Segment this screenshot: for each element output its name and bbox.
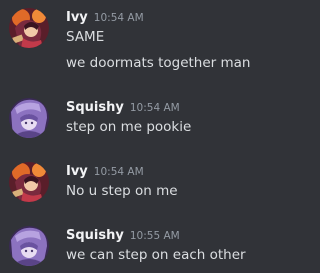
avatar-ivy[interactable] bbox=[9, 8, 49, 48]
avatar-squishy[interactable] bbox=[9, 98, 49, 138]
message-header: Ivy 10:54 AM bbox=[66, 6, 144, 26]
avatar-squishy[interactable] bbox=[9, 226, 49, 266]
username[interactable]: Ivy bbox=[66, 10, 88, 25]
avatar-ivy[interactable] bbox=[9, 162, 49, 202]
username[interactable]: Ivy bbox=[66, 164, 88, 179]
message-text: step on me pookie bbox=[66, 119, 192, 135]
message-header: Squishy 10:54 AM bbox=[66, 96, 180, 116]
message-text: SAME bbox=[66, 29, 105, 45]
message-group-ivy: Ivy 10:54 AM No u step on me bbox=[0, 154, 297, 210]
chat-message-list: Ivy 10:54 AM SAME we doormats together ma… bbox=[0, 0, 297, 273]
avatar-ivy-image bbox=[9, 162, 49, 202]
message-group-squishy: Squishy 10:54 AM step on me pookie bbox=[0, 90, 297, 146]
avatar-ivy-image bbox=[9, 8, 49, 48]
message-group-squishy: Squishy 10:55 AM we can step on each othe… bbox=[0, 218, 297, 273]
timestamp[interactable]: 10:54 AM bbox=[94, 12, 144, 24]
avatar-squishy-image bbox=[9, 98, 49, 138]
username[interactable]: Squishy bbox=[66, 100, 124, 115]
timestamp[interactable]: 10:54 AM bbox=[130, 102, 180, 114]
message-header: Squishy 10:55 AM bbox=[66, 224, 180, 244]
timestamp[interactable]: 10:54 AM bbox=[94, 166, 144, 178]
message-text: No u step on me bbox=[66, 183, 178, 199]
avatar-squishy-image bbox=[9, 226, 49, 266]
message-header: Ivy 10:54 AM bbox=[66, 160, 144, 180]
message-text: we can step on each other bbox=[66, 247, 246, 263]
message-text: we doormats together man bbox=[66, 55, 251, 71]
timestamp[interactable]: 10:55 AM bbox=[130, 230, 180, 242]
username[interactable]: Squishy bbox=[66, 228, 124, 243]
message-group-ivy: Ivy 10:54 AM SAME we doormats together ma… bbox=[0, 0, 297, 80]
